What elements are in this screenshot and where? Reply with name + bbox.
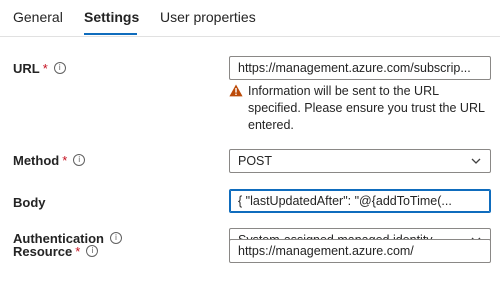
body-label-text: Body [13, 195, 46, 210]
method-value: POST [238, 154, 273, 168]
info-icon[interactable]: i [86, 245, 99, 257]
tab-general[interactable]: General [13, 9, 63, 25]
url-label-text: URL [13, 61, 40, 76]
body-input[interactable]: { "lastUpdatedAfter": "@{addToTime(... [229, 189, 491, 213]
required-marker: * [42, 61, 48, 76]
info-icon[interactable]: i [110, 232, 122, 244]
warning-icon [229, 84, 243, 97]
resource-input[interactable]: https://management.azure.com/ [229, 239, 491, 263]
active-tab-indicator [84, 33, 137, 35]
tab-settings[interactable]: Settings [84, 9, 139, 25]
warning-line: specified. Please ensure you trust the U… [248, 101, 485, 115]
method-dropdown[interactable]: POST [229, 149, 491, 173]
method-label: Method * i [13, 153, 86, 168]
info-icon[interactable]: i [53, 62, 66, 74]
chevron-down-icon [471, 158, 481, 164]
body-label: Body [13, 195, 46, 210]
required-marker: * [62, 153, 68, 168]
url-label: URL * i [13, 61, 66, 76]
tab-user-properties[interactable]: User properties [160, 9, 256, 25]
required-marker: * [75, 244, 81, 259]
url-input[interactable]: https://management.azure.com/subscrip... [229, 56, 491, 80]
resource-label: Resource * i [13, 244, 99, 259]
tab-bar: General Settings User properties [0, 0, 500, 37]
resource-label-text: Resource [13, 244, 73, 259]
warning-text: Information will be sent to the URL spec… [248, 83, 485, 134]
method-label-text: Method [13, 153, 60, 168]
warning-line: entered. [248, 118, 294, 132]
info-icon[interactable]: i [73, 154, 86, 166]
warning-line: Information will be sent to the URL [248, 84, 440, 98]
